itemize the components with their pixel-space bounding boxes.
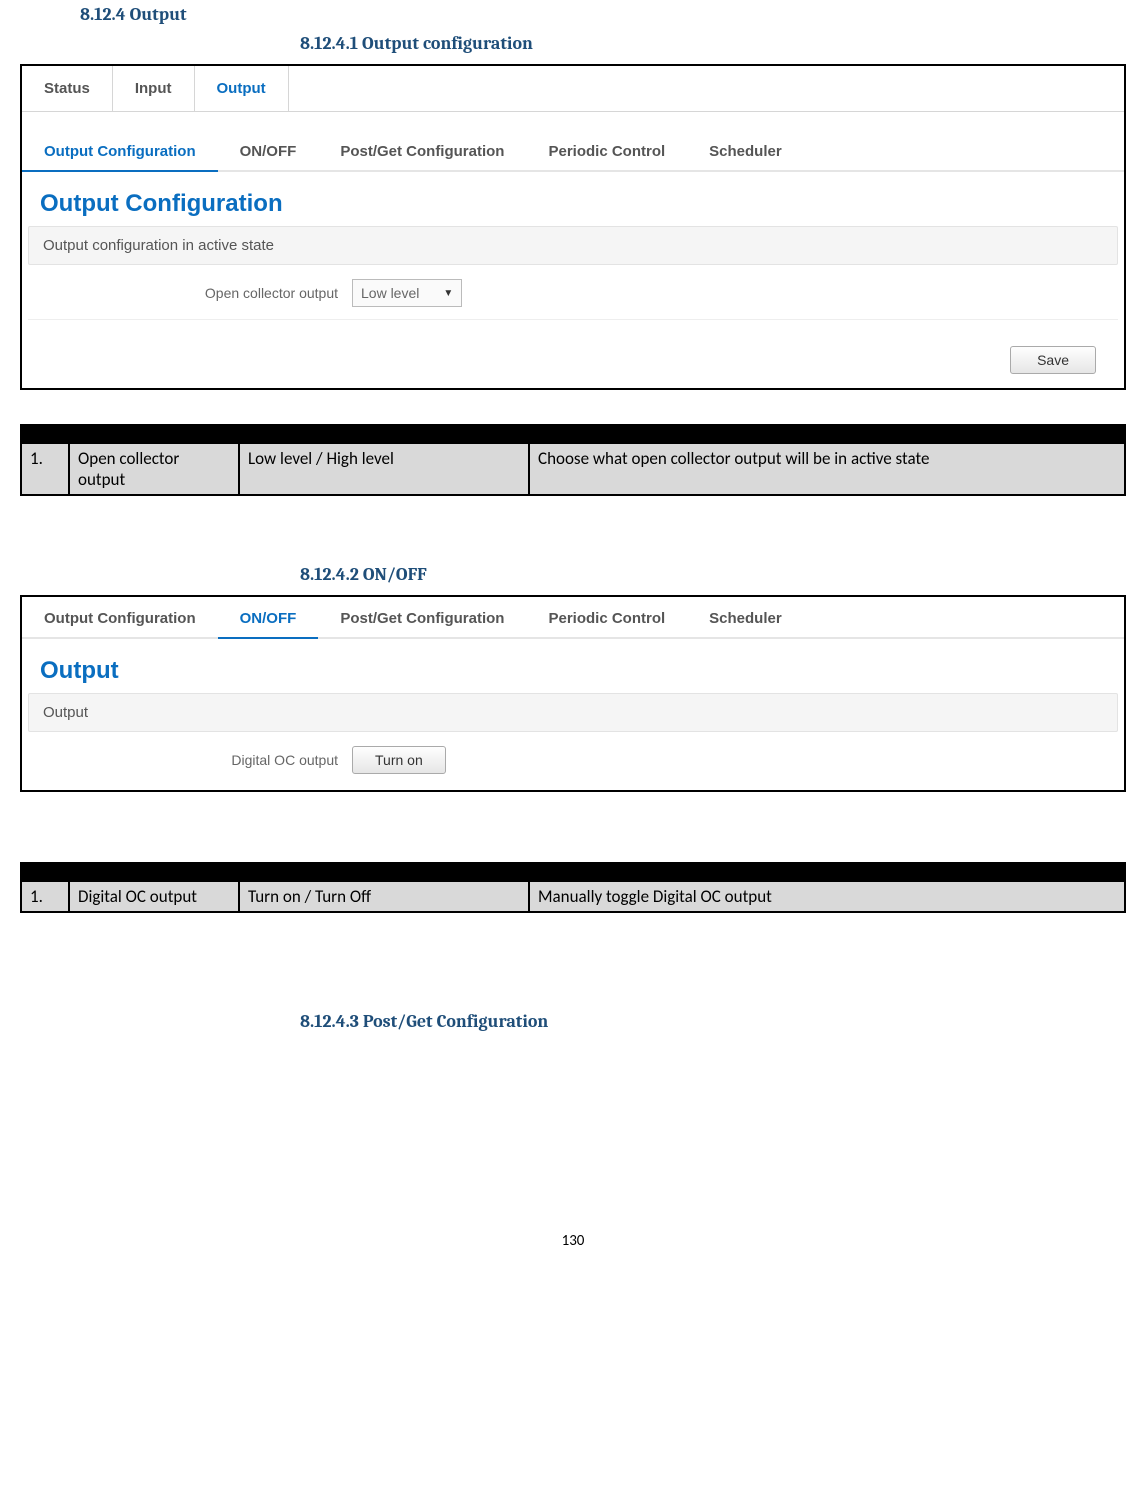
screenshot-onoff: Output Configuration ON/OFF Post/Get Con… xyxy=(20,595,1126,792)
save-button[interactable]: Save xyxy=(1010,346,1096,374)
page-number: 130 xyxy=(20,1232,1126,1278)
table-header-row xyxy=(21,425,1125,443)
cell-number: 1. xyxy=(21,443,69,495)
form-row: Open collector output Low level ▼ xyxy=(22,265,1124,313)
cell-name: Digital OC output xyxy=(69,881,239,912)
sub-tabs: Output Configuration ON/OFF Post/Get Con… xyxy=(22,130,1124,172)
cell-value: Low level / High level xyxy=(239,443,529,495)
form-legend: Output configuration in active state xyxy=(28,226,1118,265)
select-value: Low level xyxy=(361,285,419,301)
subsection-heading: 8.12.4.3 Post/Get Configuration xyxy=(300,1011,1126,1032)
section-heading: 8.12.4 Output xyxy=(80,4,1126,25)
turn-on-button[interactable]: Turn on xyxy=(352,746,446,774)
subtab-postget[interactable]: Post/Get Configuration xyxy=(318,597,526,637)
table-row: 1. Open collector output Low level / Hig… xyxy=(21,443,1125,495)
open-collector-select[interactable]: Low level ▼ xyxy=(352,279,462,307)
screenshot-output-configuration: Status Input Output Output Configuration… xyxy=(20,64,1126,390)
field-label: Open collector output xyxy=(22,285,352,301)
subtab-output-configuration[interactable]: Output Configuration xyxy=(22,130,218,172)
panel-title: Output xyxy=(40,657,1124,685)
form-legend: Output xyxy=(28,693,1118,732)
form-row: Digital OC output Turn on xyxy=(22,732,1124,780)
subtab-onoff[interactable]: ON/OFF xyxy=(218,597,319,639)
chevron-down-icon: ▼ xyxy=(443,288,453,299)
subtab-onoff[interactable]: ON/OFF xyxy=(218,130,319,170)
parameter-table-2: 1. Digital OC output Turn on / Turn Off … xyxy=(20,862,1126,913)
cell-name: Open collector output xyxy=(69,443,239,495)
top-tabs: Status Input Output xyxy=(22,66,1124,112)
cell-explanation: Choose what open collector output will b… xyxy=(529,443,1125,495)
tab-output[interactable]: Output xyxy=(195,66,289,111)
tab-input[interactable]: Input xyxy=(113,66,195,111)
cell-value: Turn on / Turn Off xyxy=(239,881,529,912)
table-row: 1. Digital OC output Turn on / Turn Off … xyxy=(21,881,1125,912)
subtab-scheduler[interactable]: Scheduler xyxy=(687,597,804,637)
subtab-scheduler[interactable]: Scheduler xyxy=(687,130,804,170)
sub-tabs: Output Configuration ON/OFF Post/Get Con… xyxy=(22,597,1124,639)
cell-number: 1. xyxy=(21,881,69,912)
subtab-periodic[interactable]: Periodic Control xyxy=(526,130,687,170)
subsection-heading: 8.12.4.1 Output configuration xyxy=(300,33,1126,54)
cell-explanation: Manually toggle Digital OC output xyxy=(529,881,1125,912)
subtab-periodic[interactable]: Periodic Control xyxy=(526,597,687,637)
table-header-row xyxy=(21,863,1125,881)
panel-title: Output Configuration xyxy=(40,190,1124,218)
parameter-table-1: 1. Open collector output Low level / Hig… xyxy=(20,424,1126,496)
field-label: Digital OC output xyxy=(22,752,352,768)
subtab-output-configuration[interactable]: Output Configuration xyxy=(22,597,218,637)
subtab-postget[interactable]: Post/Get Configuration xyxy=(318,130,526,170)
subsection-heading: 8.12.4.2 ON/OFF xyxy=(300,564,1126,585)
tab-status[interactable]: Status xyxy=(22,66,113,111)
